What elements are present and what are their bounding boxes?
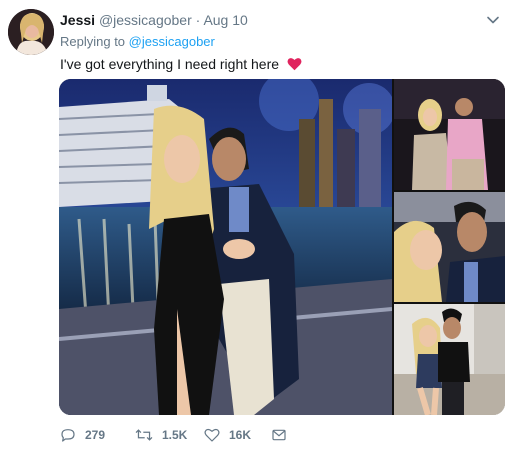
replying-to-link[interactable]: @jessicagober	[129, 34, 215, 49]
tweet-text-row: I've got everything I need right here	[60, 56, 302, 72]
replying-to: Replying to @jessicagober	[60, 34, 215, 49]
tweet-card[interactable]: Jessi @jessicagober · Aug 10 Replying to…	[0, 0, 509, 450]
tweet-header: Jessi @jessicagober · Aug 10	[60, 12, 248, 28]
replying-to-label: Replying to	[60, 34, 126, 49]
reply-button[interactable]: 279	[60, 426, 105, 444]
red-heart-emoji-icon	[287, 58, 302, 71]
tweet-text: I've got everything I need right here	[60, 56, 280, 72]
like-button[interactable]: 16K	[204, 426, 251, 444]
retweet-count: 1.5K	[162, 428, 188, 442]
photo-thumbnail-3[interactable]	[394, 304, 505, 415]
media-grid	[59, 79, 505, 415]
photo-thumbnail-2[interactable]	[394, 192, 505, 302]
photo-main[interactable]	[59, 79, 392, 415]
tweet-date[interactable]: Aug 10	[203, 12, 247, 28]
retweet-icon	[135, 429, 153, 441]
direct-message-button[interactable]	[271, 426, 296, 444]
author-handle[interactable]: @jessicagober	[99, 12, 192, 28]
avatar[interactable]	[8, 9, 54, 55]
author-name[interactable]: Jessi	[60, 12, 95, 28]
retweet-button[interactable]: 1.5K	[135, 426, 187, 444]
reply-icon	[61, 429, 75, 442]
heart-icon	[204, 428, 220, 442]
reply-count: 279	[85, 428, 106, 442]
like-count: 16K	[229, 428, 252, 442]
envelope-icon	[272, 429, 286, 441]
chevron-down-icon[interactable]	[485, 12, 501, 28]
photo-thumbnail-1[interactable]	[394, 79, 505, 190]
separator: ·	[195, 12, 201, 28]
